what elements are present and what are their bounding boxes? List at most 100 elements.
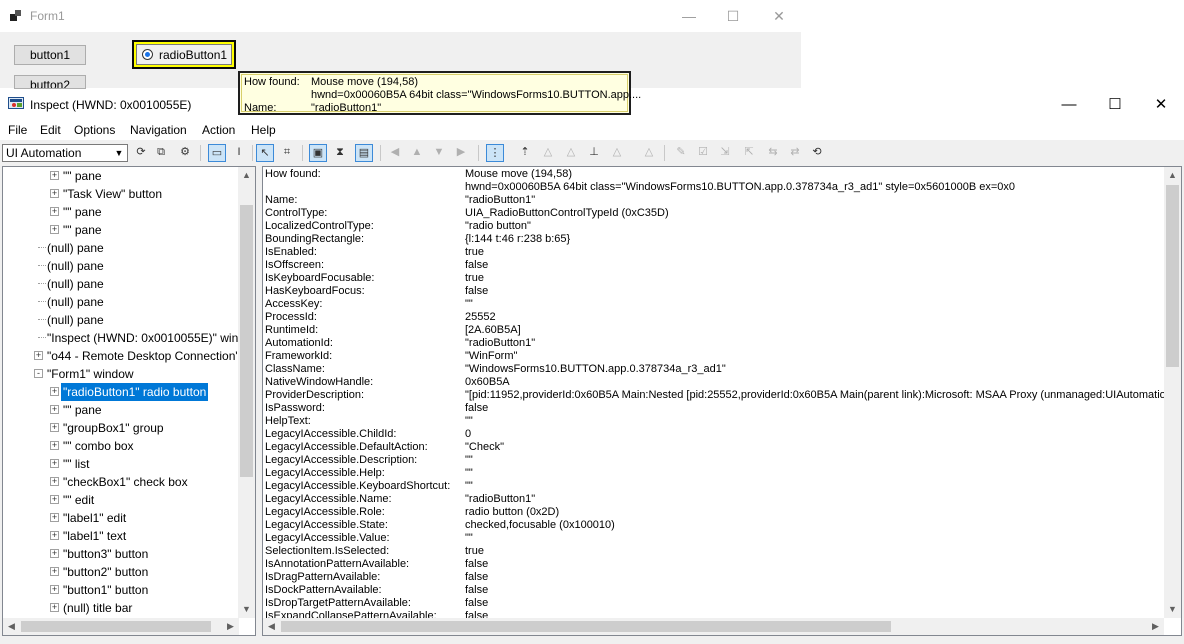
watch-tooltip-icon[interactable]: ⌗ [278,144,296,162]
inspect-window: Inspect (HWND: 0x0010055E) — ☐ ✕ File Ed… [0,90,1184,644]
form1-minimize-button[interactable]: — [666,0,712,32]
inspect-maximize-button[interactable]: ☐ [1092,90,1138,120]
arrow-down-icon[interactable]: ▼ [430,144,448,162]
property-value: radio button (0x2D) [465,506,560,518]
menu-navigation[interactable]: Navigation [130,123,187,137]
property-name: SelectionItem.IsSelected: [265,545,390,557]
property-name: LegacyIAccessible.State: [265,519,388,531]
menu-file[interactable]: File [8,123,27,137]
property-value: true [465,545,484,557]
details-hscroll-thumb[interactable] [281,621,891,632]
menu-edit[interactable]: Edit [40,123,61,137]
form1-titlebar[interactable]: Form1 — ☐ ✕ [0,0,801,32]
expand-icon[interactable]: + [50,531,59,540]
watch-caret-icon[interactable]: I [230,144,248,162]
action-expand-icon[interactable]: ⇲ [716,144,734,162]
expand-icon[interactable]: + [34,351,43,360]
details-pane[interactable]: How found: Mouse move (194,58) hwnd=0x0006… [262,166,1182,636]
tooltip-value: hwnd=0x00060B5A 64bit class="WindowsForm… [311,89,642,101]
arrow-right-icon[interactable]: ▶ [452,144,470,162]
show-info-tooltip-icon[interactable]: ▤ [355,144,373,162]
scroll-up-icon[interactable]: ▲ [1164,167,1181,184]
expand-icon[interactable]: + [50,405,59,414]
expand-icon[interactable]: + [50,495,59,504]
nav-next-sibling-icon[interactable]: △ [562,144,580,162]
expand-icon[interactable]: + [50,477,59,486]
property-value: true [465,272,484,284]
expand-icon[interactable]: + [50,207,59,216]
radio-highlight-frame: radioButton1 [132,40,236,69]
property-name: ProviderDescription: [265,389,365,401]
expand-icon[interactable]: + [50,441,59,450]
tree-scroll-thumb[interactable] [240,205,253,477]
details-scroll-thumb[interactable] [1166,185,1179,367]
nav-parent-icon[interactable]: ⇡ [516,144,534,162]
nav-first-child-icon[interactable]: △ [539,144,557,162]
tree-horizontal-scrollbar[interactable]: ◀ ▶ [3,618,239,635]
expand-icon[interactable]: + [50,459,59,468]
property-value: "[pid:11952,providerId:0x60B5A Main:Nest… [465,389,1182,401]
hourglass-icon[interactable]: ⧗ [331,144,349,162]
collapse-icon[interactable]: - [34,369,43,378]
menu-action[interactable]: Action [202,123,235,137]
expand-icon[interactable]: + [50,585,59,594]
action-scroll-icon[interactable]: ⇄ [786,144,804,162]
copy-icon[interactable]: ⧉ [152,144,170,162]
refresh-icon[interactable]: ⟳ [132,144,150,162]
options-icon[interactable]: ⚙ [176,144,194,162]
property-value: "radioButton1" [465,194,536,206]
property-value: "WinForm" [465,350,518,362]
tree-view[interactable]: + "" pane + "Task View" button + "" pane + "" p… [2,166,256,636]
expand-icon[interactable]: + [50,171,59,180]
expand-icon[interactable]: + [50,513,59,522]
expand-icon[interactable]: + [50,567,59,576]
mode-select[interactable]: UI Automation ▼ [2,144,128,162]
radio-button[interactable]: radioButton1 [136,44,232,65]
tooltip-value: Mouse move (194,58) [311,76,418,88]
action-select-icon[interactable]: ⇆ [764,144,782,162]
expand-icon[interactable]: + [50,387,59,396]
watch-cursor-icon[interactable]: ↖ [256,144,274,162]
nav-last-child-icon[interactable]: △ [608,144,626,162]
tree-vertical-scrollbar[interactable]: ▲ ▼ [238,167,255,618]
expand-icon[interactable]: + [50,189,59,198]
scroll-up-icon[interactable]: ▲ [238,167,255,184]
expand-icon[interactable]: + [50,225,59,234]
nav-root-icon[interactable]: △ [640,144,658,162]
watch-focus-icon[interactable]: ▭ [208,144,226,162]
button2[interactable]: button2 [14,75,86,89]
tree-item-label: (null) pane [47,295,104,309]
scroll-right-icon[interactable]: ▶ [222,618,239,635]
action-toggle-icon[interactable]: ☑ [694,144,712,162]
menu-help[interactable]: Help [251,123,276,137]
scroll-left-icon[interactable]: ◀ [263,618,280,635]
expand-icon[interactable]: + [50,423,59,432]
tree-connector [38,301,46,302]
form1-maximize-button[interactable]: ☐ [710,0,756,32]
action-invoke-icon[interactable]: ✎ [672,144,690,162]
form1-close-button[interactable]: ✕ [756,0,802,32]
inspect-close-button[interactable]: ✕ [1138,90,1184,120]
refresh-tree-icon[interactable]: ⟲ [808,144,826,162]
arrow-up-icon[interactable]: ▲ [408,144,426,162]
scroll-down-icon[interactable]: ▼ [1164,601,1181,618]
expand-icon[interactable]: + [50,549,59,558]
tree-mode-icon[interactable]: ⋮ [486,144,504,162]
nav-prev-sibling-icon[interactable]: ⊥ [585,144,603,162]
menu-options[interactable]: Options [74,123,115,137]
scroll-right-icon[interactable]: ▶ [1147,618,1164,635]
inspect-minimize-button[interactable]: — [1046,90,1092,120]
arrow-left-icon[interactable]: ◀ [386,144,404,162]
show-highlight-icon[interactable]: ▣ [309,144,327,162]
details-horizontal-scrollbar[interactable]: ◀ ▶ [263,618,1164,635]
scroll-left-icon[interactable]: ◀ [3,618,20,635]
details-vertical-scrollbar[interactable]: ▲ ▼ [1164,167,1181,618]
expand-icon[interactable]: + [50,603,59,612]
property-value: 0x60B5A [465,376,510,388]
property-name: ProcessId: [265,311,317,323]
property-value: "" [465,532,473,544]
action-collapse-icon[interactable]: ⇱ [740,144,758,162]
tree-hscroll-thumb[interactable] [21,621,211,632]
scroll-down-icon[interactable]: ▼ [238,601,255,618]
button1[interactable]: button1 [14,45,86,65]
